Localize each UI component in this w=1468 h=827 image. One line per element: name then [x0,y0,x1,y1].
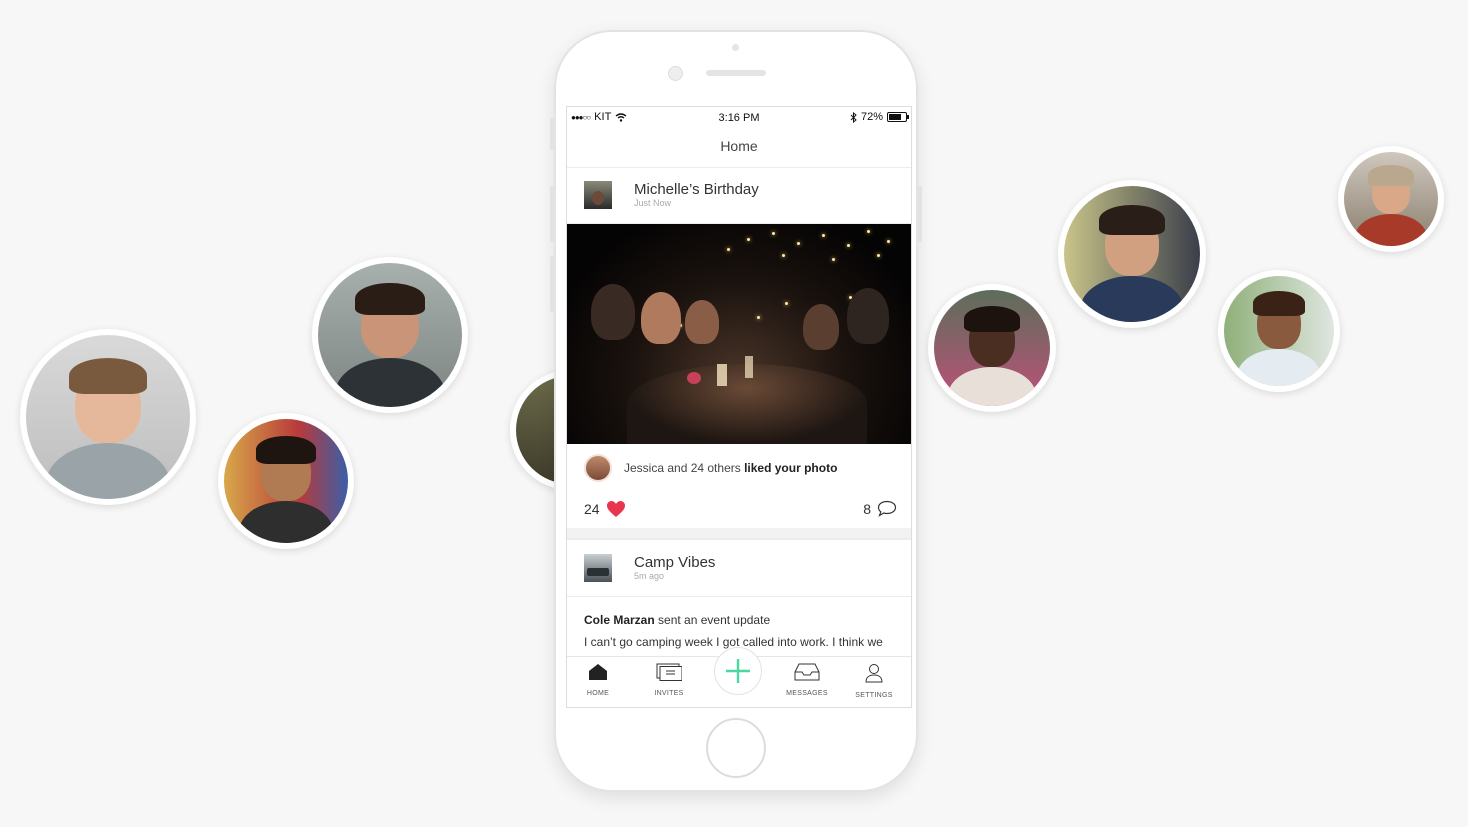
page-title: Home [567,129,911,168]
event-title[interactable]: Michelle’s Birthday [634,181,759,198]
feed-divider [567,528,911,539]
tab-settings-label: SETTINGS [855,692,893,699]
likes-summary[interactable]: Jessica and 24 others liked your photo [567,444,911,492]
phone-camera [668,66,683,81]
avatar-man-beard [1058,180,1206,328]
phone-device: ●●●○○ KIT 3:16 PM 72% Home Michelle’s Bi… [550,30,922,792]
phone-volume-down [550,256,554,312]
plus-icon [726,659,750,683]
phone-power-button [918,186,922,242]
phone-speaker [706,70,766,76]
phone-home-button[interactable] [706,718,766,778]
tab-invites[interactable]: INVITES [639,663,699,697]
tab-messages-label: MESSAGES [786,690,828,697]
avatar-woman-glasses [218,413,354,549]
post-header[interactable]: Camp Vibes 5m ago [567,540,911,597]
phone-side-button [550,118,554,150]
tab-bar: HOME INVITES MESSAGES SETTINGS [567,647,911,707]
battery-percent: 72% [860,111,883,123]
phone-sensor [732,44,739,51]
tab-invites-label: INVITES [654,690,684,697]
home-feed[interactable]: Michelle’s Birthday Just Now Jessica and… [567,167,911,657]
update-header: Cole Marzan sent an event update [584,613,771,627]
post-timestamp: Just Now [634,198,672,208]
like-button[interactable]: 24 [584,500,626,518]
likes-text: Jessica and 24 others liked your photo [624,461,838,475]
post-timestamp: 5m ago [634,571,665,581]
status-bar: ●●●○○ KIT 3:16 PM 72% [567,107,911,129]
event-thumbnail [584,554,612,582]
post-card[interactable]: Camp Vibes 5m ago Cole Marzan sent an ev… [567,540,911,657]
avatar-man-serious [312,257,468,413]
liker-avatar [584,454,612,482]
inbox-icon [794,663,820,681]
tab-messages[interactable]: MESSAGES [777,663,837,697]
avatar-man-hat [1338,146,1444,252]
comment-icon [877,500,897,517]
post-card[interactable]: Michelle’s Birthday Just Now Jessica and… [567,167,911,540]
avatar-woman-flowers [928,284,1056,412]
home-icon [589,664,607,680]
tab-settings[interactable]: SETTINGS [844,663,904,699]
bluetooth-icon [850,111,857,123]
heart-icon [606,501,625,517]
post-header[interactable]: Michelle’s Birthday Just Now [567,167,911,224]
reaction-row: 24 8 [567,492,911,528]
create-event-button[interactable] [714,647,762,695]
avatar-woman-hair [20,329,196,505]
tab-home[interactable]: HOME [568,663,628,697]
event-title[interactable]: Camp Vibes [634,554,715,571]
user-icon [865,664,883,683]
party-photo[interactable] [567,224,911,444]
event-thumbnail [584,181,612,209]
invites-icon [656,663,683,681]
phone-volume-up [550,186,554,242]
app-screen: ●●●○○ KIT 3:16 PM 72% Home Michelle’s Bi… [566,106,912,708]
tab-home-label: HOME [586,690,610,697]
like-count: 24 [584,501,600,517]
battery-icon [887,112,909,122]
avatar-woman-smile [1218,270,1340,392]
comment-count: 8 [863,500,871,517]
comment-button[interactable]: 8 [863,500,897,517]
